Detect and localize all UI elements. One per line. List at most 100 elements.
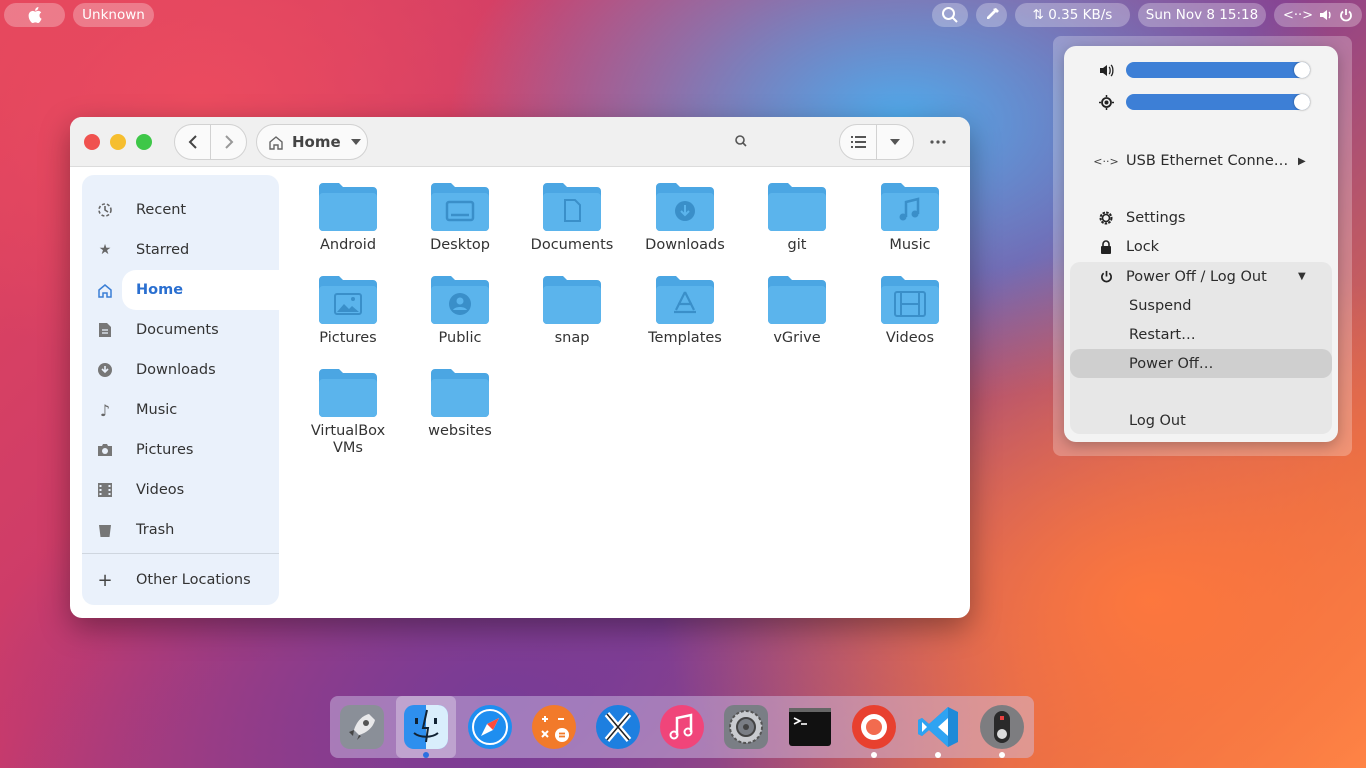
folder-git[interactable]: git: [741, 181, 853, 271]
folder-vgrive[interactable]: vGrive: [741, 274, 853, 364]
chevron-down-icon: ▼: [1298, 271, 1306, 282]
dock-system-settings[interactable]: [722, 703, 770, 751]
clock[interactable]: Sun Nov 8 15:18: [1138, 3, 1266, 27]
volume-slider-handle[interactable]: [1294, 62, 1310, 78]
app-menu-label: Unknown: [82, 7, 145, 23]
sidebar-item-home[interactable]: Home: [98, 270, 279, 310]
terminal-icon: [789, 708, 831, 746]
folder-label: Pictures: [319, 330, 377, 346]
lock-icon: [1098, 239, 1114, 255]
dock-vscode[interactable]: [914, 703, 962, 758]
chevron-left-icon: [188, 135, 197, 149]
folder-label: Downloads: [645, 237, 725, 253]
sidebar-item-videos[interactable]: Videos: [82, 470, 279, 510]
minimize-button[interactable]: [110, 134, 126, 150]
running-indicator: [423, 752, 429, 758]
folder-pictures[interactable]: Pictures: [292, 274, 404, 364]
maximize-button[interactable]: [136, 134, 152, 150]
folder-videos[interactable]: Videos: [854, 274, 966, 364]
sidebar-item-label: Recent: [136, 202, 187, 218]
gear-icon: [724, 705, 768, 749]
location-button[interactable]: Home: [256, 124, 368, 160]
app-menu[interactable]: Unknown: [73, 3, 154, 27]
dock-x-app[interactable]: [594, 703, 642, 751]
log-out-menu-item[interactable]: Log Out: [1070, 406, 1332, 435]
folder-android[interactable]: Android: [292, 181, 404, 271]
volume-icon: [1098, 62, 1114, 78]
system-status-area[interactable]: <··>: [1274, 3, 1362, 27]
dock-music[interactable]: [658, 703, 706, 751]
folder-label: Documents: [530, 237, 614, 253]
apple-menu-button[interactable]: [4, 3, 65, 27]
music-folder-icon: [881, 183, 939, 231]
folder-virtualbox-vms[interactable]: VirtualBox VMs: [292, 367, 404, 457]
folder-downloads[interactable]: Downloads: [629, 181, 741, 271]
search-button[interactable]: [932, 3, 968, 27]
folder-desktop[interactable]: Desktop: [404, 181, 516, 271]
sidebar-item-pictures[interactable]: Pictures: [82, 430, 279, 470]
sidebar-separator: [82, 553, 279, 554]
sidebar-item-trash[interactable]: Trash: [82, 510, 279, 550]
dock-files[interactable]: [402, 703, 450, 758]
sidebar-item-label: Trash: [136, 522, 175, 538]
home-icon: [96, 281, 114, 299]
music-icon: ♪: [99, 400, 111, 420]
sidebar-item-documents[interactable]: Documents: [82, 310, 279, 350]
network-speed[interactable]: ⇅ 0.35 KB/s: [1015, 3, 1130, 27]
folder-snap[interactable]: snap: [516, 274, 628, 364]
folder-websites[interactable]: websites: [404, 367, 516, 457]
dock-terminal[interactable]: [786, 703, 834, 751]
trash-icon: [96, 521, 114, 539]
folder-public[interactable]: Public: [404, 274, 516, 364]
sidebar-item-downloads[interactable]: Downloads: [82, 350, 279, 390]
folder-music[interactable]: Music: [854, 181, 966, 271]
sidebar-item-music[interactable]: ♪ Music: [82, 390, 279, 430]
network-menu-item[interactable]: <··> USB Ethernet Conne… ▶: [1064, 147, 1338, 175]
dock-launchpad[interactable]: [338, 703, 386, 751]
chevron-right-icon: [224, 135, 233, 149]
network-wired-icon: <··>: [1282, 7, 1314, 23]
search-button[interactable]: [734, 133, 752, 151]
folder-templates[interactable]: Templates: [629, 274, 741, 364]
dock-switch[interactable]: [978, 703, 1026, 758]
forward-button[interactable]: [210, 124, 247, 160]
suspend-menu-item[interactable]: Suspend: [1070, 291, 1332, 320]
close-button[interactable]: [84, 134, 100, 150]
back-button[interactable]: [174, 124, 211, 160]
dock-calculator[interactable]: [530, 703, 578, 751]
more-icon: [930, 140, 946, 144]
power-off-log-out-menu-item[interactable]: Power Off / Log Out ▼: [1064, 262, 1338, 291]
sidebar-item-label: Starred: [136, 242, 190, 258]
power-off-menu-item[interactable]: Power Off…: [1070, 349, 1332, 378]
gear-icon: [1098, 210, 1114, 226]
sidebar-item-label: Pictures: [136, 442, 194, 458]
folder-label: vGrive: [773, 330, 821, 346]
desktop-folder-icon: [431, 183, 489, 231]
templates-folder-icon: [656, 276, 714, 324]
sidebar-item-other-locations[interactable]: + Other Locations: [82, 560, 279, 600]
brightness-slider-handle[interactable]: [1294, 94, 1310, 110]
sidebar-item-label: Music: [136, 402, 178, 418]
dock-screen-recorder[interactable]: [850, 703, 898, 758]
film-icon: [96, 481, 114, 499]
folder-icon: [768, 183, 826, 231]
restart-label: Restart…: [1129, 326, 1196, 343]
folder-documents[interactable]: Documents: [516, 181, 628, 271]
restart-menu-item[interactable]: Restart…: [1070, 320, 1332, 349]
settings-menu-item[interactable]: Settings: [1064, 204, 1338, 232]
search-icon: [735, 135, 747, 147]
color-picker-button[interactable]: [976, 3, 1007, 27]
sidebar-item-starred[interactable]: ★ Starred: [82, 230, 279, 270]
view-list-button[interactable]: [839, 124, 877, 160]
running-indicator: [935, 752, 941, 758]
folder-label: Public: [438, 330, 482, 346]
sidebar-item-recent[interactable]: Recent: [82, 190, 279, 230]
dock-browser[interactable]: [466, 703, 514, 751]
view-options-button[interactable]: [876, 124, 914, 160]
folder-label: Android: [319, 237, 377, 253]
volume-slider[interactable]: [1126, 62, 1310, 78]
eyedropper-icon: [986, 8, 999, 19]
lock-menu-item[interactable]: Lock: [1064, 233, 1338, 261]
brightness-slider[interactable]: [1126, 94, 1310, 110]
menu-button[interactable]: [925, 133, 951, 151]
